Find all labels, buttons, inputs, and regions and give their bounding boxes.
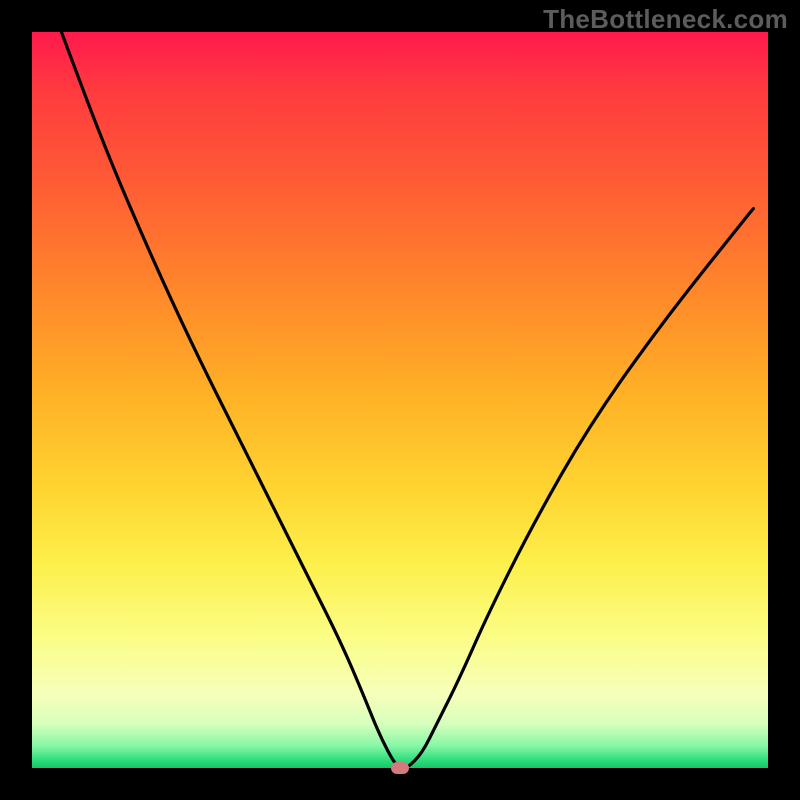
plot-area <box>32 32 768 768</box>
optimal-point-marker <box>391 762 409 774</box>
bottleneck-curve <box>32 32 768 768</box>
chart-container: TheBottleneck.com <box>0 0 800 800</box>
watermark-text: TheBottleneck.com <box>543 4 788 35</box>
